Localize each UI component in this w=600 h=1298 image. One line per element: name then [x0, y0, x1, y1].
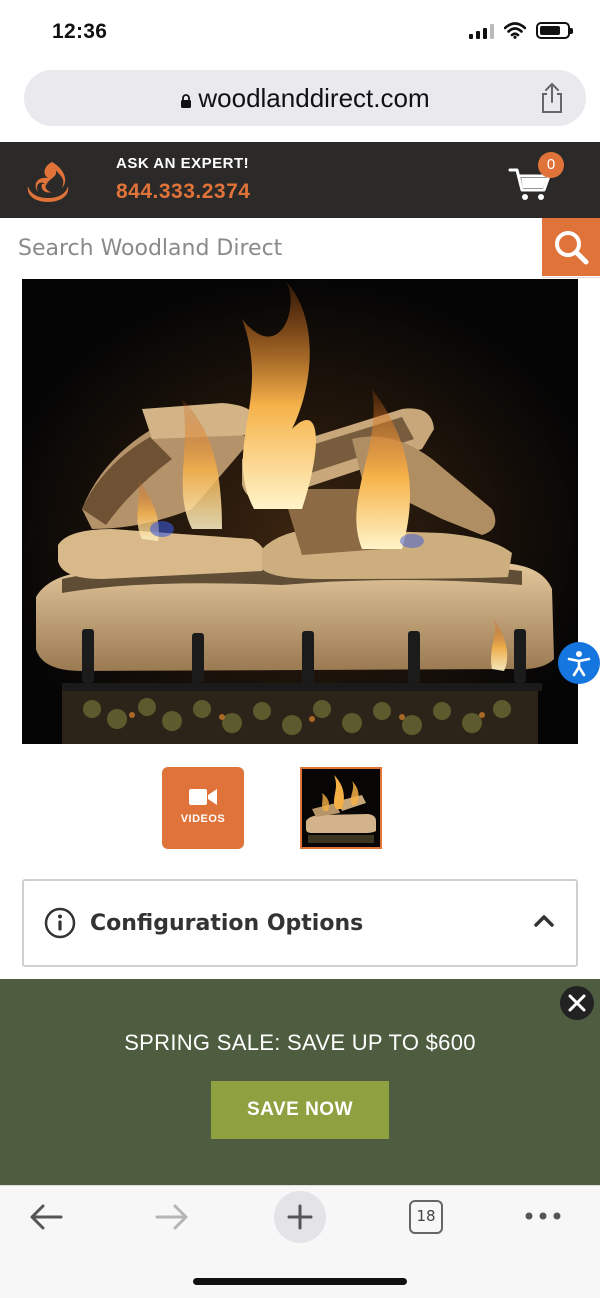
accessibility-button[interactable] — [558, 642, 600, 684]
sale-close-button[interactable] — [560, 986, 594, 1020]
status-time: 12:36 — [52, 20, 108, 43]
url-text: woodlanddirect.com — [198, 83, 430, 113]
wifi-icon — [504, 22, 526, 39]
address-bar[interactable]: woodlanddirect.com — [24, 70, 586, 126]
save-now-button[interactable]: SAVE NOW — [211, 1081, 389, 1139]
close-icon — [568, 994, 586, 1012]
videos-thumbnail[interactable]: VIDEOS — [162, 767, 244, 849]
site-header: ASK AN EXPERT! 844.333.2374 — [0, 142, 600, 218]
phone-link[interactable]: 844.333.2374 — [116, 180, 250, 204]
forward-arrow-icon[interactable] — [154, 1202, 190, 1232]
cellular-signal-icon — [469, 23, 494, 39]
more-dots-icon[interactable] — [522, 1206, 564, 1226]
image-thumbnail[interactable] — [300, 767, 382, 849]
video-camera-icon — [189, 789, 217, 805]
share-icon[interactable] — [538, 82, 566, 114]
videos-label: VIDEOS — [180, 813, 226, 825]
flame-logo-icon[interactable] — [22, 156, 74, 204]
home-indicator — [193, 1278, 407, 1285]
chevron-up-icon — [534, 915, 554, 927]
sale-text: SPRING SALE: SAVE UP TO $600 — [124, 1030, 476, 1055]
search-input[interactable] — [0, 218, 542, 278]
gas-log-fire-illustration — [22, 279, 578, 744]
battery-icon — [536, 22, 573, 39]
status-icons — [469, 22, 573, 39]
lock-icon — [181, 94, 192, 108]
configuration-options-toggle[interactable]: Configuration Options — [22, 879, 578, 967]
thumbnail-fire-illustration — [302, 769, 380, 847]
new-tab-button[interactable] — [274, 1191, 326, 1243]
info-icon — [44, 907, 76, 939]
plus-icon — [287, 1204, 313, 1230]
url-display[interactable]: woodlanddirect.com — [24, 83, 586, 114]
search-button[interactable] — [542, 218, 600, 276]
ask-expert-label: ASK AN EXPERT! — [116, 155, 250, 172]
tabs-button[interactable]: 18 — [409, 1200, 443, 1234]
product-image[interactable] — [22, 279, 578, 744]
back-arrow-icon[interactable] — [28, 1202, 64, 1232]
accessibility-icon — [567, 651, 591, 677]
configuration-options-title: Configuration Options — [90, 911, 364, 936]
search-icon — [555, 231, 589, 265]
cart-count-badge: 0 — [538, 152, 564, 178]
status-bar: 12:36 — [0, 0, 600, 64]
search-row — [0, 218, 600, 278]
